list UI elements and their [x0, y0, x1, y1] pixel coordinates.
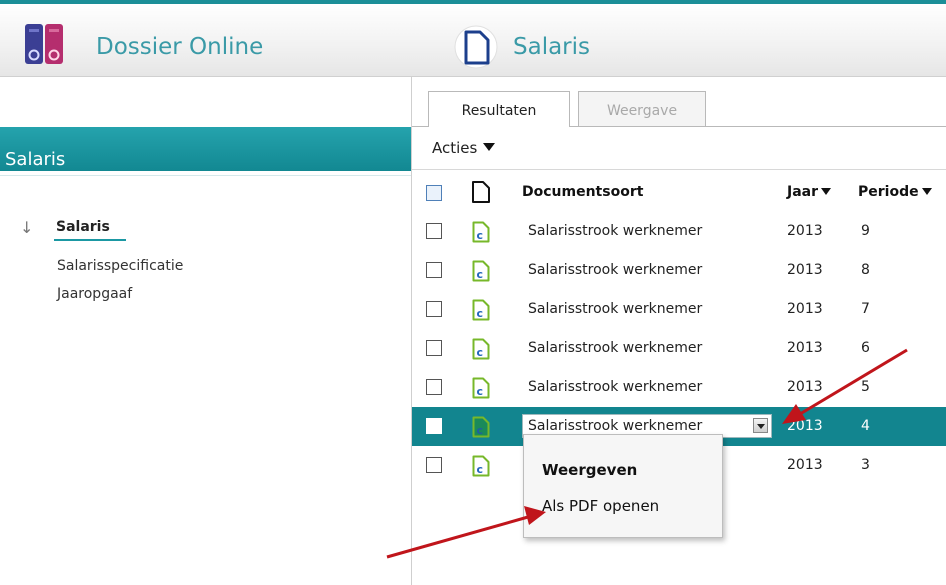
- cell-periode: 7: [861, 301, 870, 317]
- menu-item-als-pdf-openen[interactable]: Als PDF openen: [542, 497, 659, 515]
- cell-documentsoort: Salarisstrook werknemer: [528, 301, 703, 317]
- table-row[interactable]: c Salarisstrook werknemer 2013 9: [412, 212, 946, 251]
- table-header-row: Documentsoort Jaar Periode: [412, 170, 946, 212]
- sort-caret-icon: [921, 188, 932, 195]
- cell-documentsoort: Salarisstrook werknemer: [528, 223, 703, 239]
- cell-periode: 5: [861, 379, 870, 395]
- row-checkbox[interactable]: [426, 379, 442, 395]
- column-header-periode[interactable]: Periode: [858, 184, 932, 200]
- row-checkbox[interactable]: [426, 340, 442, 356]
- svg-text:c: c: [477, 268, 484, 281]
- binders-icon: [25, 24, 63, 64]
- cell-jaar: 2013: [787, 457, 823, 473]
- document-c-icon: c: [472, 299, 490, 321]
- annotation-arrow-menu: [386, 515, 529, 559]
- sidebar-title: Salaris: [5, 149, 66, 170]
- document-c-icon: c: [472, 338, 490, 360]
- select-all-checkbox[interactable]: [426, 185, 442, 201]
- column-header-label: Periode: [858, 184, 919, 200]
- dropdown-arrow-icon[interactable]: [753, 418, 768, 433]
- app-title: Dossier Online: [96, 34, 264, 60]
- row-checkbox[interactable]: [426, 457, 442, 473]
- tab-weergave[interactable]: Weergave: [578, 91, 706, 127]
- cell-periode: 8: [861, 262, 870, 278]
- table-row[interactable]: c Salarisstrook werknemer 2013 6: [412, 329, 946, 368]
- cell-jaar: 2013: [787, 340, 823, 356]
- svg-text:c: c: [477, 463, 484, 476]
- tab-resultaten[interactable]: Resultaten: [428, 91, 570, 127]
- cell-documentsoort: Salarisstrook werknemer: [528, 340, 703, 356]
- sort-caret-icon: [821, 188, 832, 195]
- menu-item-weergeven[interactable]: Weergeven: [542, 461, 637, 479]
- section-title: Salaris: [513, 34, 591, 60]
- svg-text:c: c: [477, 307, 484, 320]
- column-header-documentsoort[interactable]: Documentsoort: [522, 184, 643, 200]
- document-c-icon: c: [472, 377, 490, 399]
- document-c-icon: c: [472, 260, 490, 282]
- row-checkbox[interactable]: [426, 301, 442, 317]
- expand-arrow-icon[interactable]: ↓: [20, 218, 33, 237]
- tree-item-jaaropgaaf[interactable]: Jaaropgaaf: [57, 286, 132, 302]
- row-checkbox[interactable]: [426, 262, 442, 278]
- cell-jaar: 2013: [787, 418, 823, 434]
- tree-item-salaris[interactable]: Salaris: [56, 219, 110, 235]
- header-divider: [0, 76, 946, 77]
- cell-jaar: 2013: [787, 301, 823, 317]
- context-menu: Weergeven Als PDF openen: [523, 434, 723, 538]
- column-header-label: Documentsoort: [522, 184, 644, 200]
- cell-jaar: 2013: [787, 223, 823, 239]
- dropdown-value: Salarisstrook werknemer: [528, 418, 703, 434]
- column-header-label: Jaar: [787, 184, 819, 200]
- table-row[interactable]: c Salarisstrook werknemer 2013 5: [412, 368, 946, 407]
- actions-menu-button[interactable]: Acties: [432, 139, 496, 157]
- tree-item-salarisspecificatie[interactable]: Salarisspecificatie: [57, 258, 183, 274]
- svg-text:c: c: [477, 424, 484, 437]
- cell-documentsoort: Salarisstrook werknemer: [528, 262, 703, 278]
- svg-text:c: c: [477, 346, 484, 359]
- document-c-icon: c: [472, 455, 490, 477]
- cell-periode: 6: [861, 340, 870, 356]
- cell-periode: 9: [861, 223, 870, 239]
- table-row[interactable]: c Salarisstrook werknemer 2013 8: [412, 251, 946, 290]
- app-window: Dossier Online Salaris Salaris ↓ Salaris…: [0, 0, 946, 585]
- svg-text:c: c: [477, 385, 484, 398]
- document-icon: [454, 25, 498, 69]
- cell-documentsoort: Salarisstrook werknemer: [528, 379, 703, 395]
- tree-item-underline: [54, 239, 126, 241]
- row-checkbox[interactable]: [426, 223, 442, 239]
- document-c-icon: c: [472, 221, 490, 243]
- sidebar-header-underline: [0, 175, 411, 176]
- row-checkbox[interactable]: [426, 418, 442, 434]
- cell-jaar: 2013: [787, 379, 823, 395]
- caret-down-icon: [483, 143, 496, 151]
- cell-periode: 3: [861, 457, 870, 473]
- table-row[interactable]: c Salarisstrook werknemer 2013 7: [412, 290, 946, 329]
- cell-jaar: 2013: [787, 262, 823, 278]
- svg-text:c: c: [477, 229, 484, 242]
- cell-periode: 4: [861, 418, 870, 434]
- document-column-icon: [472, 181, 490, 203]
- actions-label: Acties: [432, 139, 478, 157]
- document-c-icon: c: [472, 416, 490, 438]
- column-header-jaar[interactable]: Jaar: [787, 184, 832, 200]
